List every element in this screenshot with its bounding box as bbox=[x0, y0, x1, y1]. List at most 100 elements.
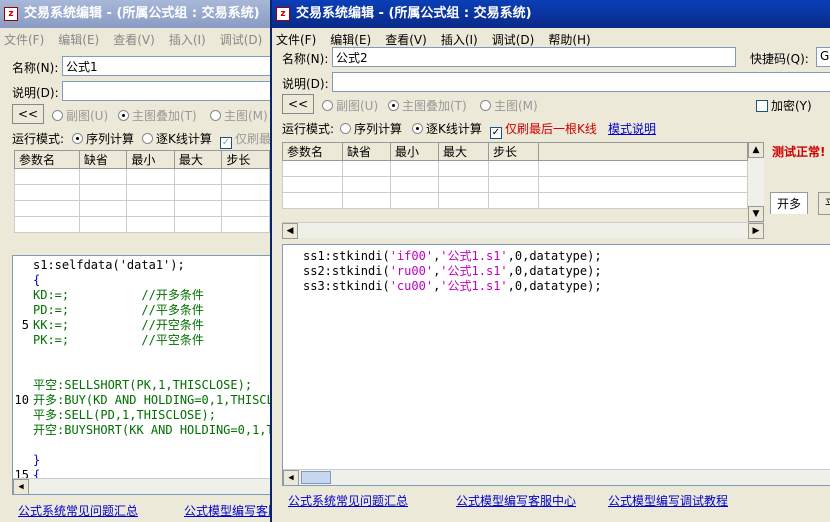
code-line: KK:=; //开空条件 bbox=[33, 318, 204, 332]
desc-input[interactable] bbox=[62, 81, 282, 101]
table-row[interactable] bbox=[14, 168, 270, 185]
table-row[interactable] bbox=[14, 200, 270, 217]
radio-sub-label: 副图(U) bbox=[66, 109, 109, 123]
shortcut-input[interactable]: GS bbox=[816, 47, 830, 67]
desc-input[interactable] bbox=[332, 72, 830, 92]
menu-edit[interactable]: 编辑(E) bbox=[330, 31, 371, 48]
tab-ping[interactable]: 平 bbox=[818, 192, 830, 215]
menu-file[interactable]: 文件(F) bbox=[4, 31, 44, 48]
refresh-label: 仅刷最 bbox=[235, 132, 272, 146]
table-row[interactable] bbox=[282, 192, 748, 209]
collapse-button[interactable]: << bbox=[12, 104, 44, 124]
mode-help-link[interactable]: 模式说明 bbox=[608, 120, 656, 137]
scroll-up-icon[interactable]: ▲ bbox=[748, 142, 764, 158]
mode-sequence-label: 序列计算 bbox=[86, 132, 135, 146]
back-code-lines: s1:selfdata('data1');{KD:=; //开多条件 PD:=; … bbox=[33, 258, 272, 483]
code-token: ,0,datatype); bbox=[507, 264, 602, 278]
scroll-left-icon[interactable]: ◀ bbox=[13, 479, 29, 494]
encrypt-checkbox[interactable]: 加密(Y) bbox=[756, 97, 812, 114]
front-code-lines: ss1:stkindi('if00','公式1.s1',0,datatype);… bbox=[303, 249, 602, 294]
code-line: PK:=; //平空条件 bbox=[33, 333, 204, 347]
tab-kaiduo[interactable]: 开多 bbox=[770, 192, 809, 214]
mode-sequence-radio[interactable]: 序列计算 bbox=[72, 130, 134, 147]
radio-sub-chart[interactable]: 副图(U) bbox=[322, 97, 378, 114]
back-code-editor[interactable]: 5 10 15 s1:selfdata('data1');{KD:=; //开多条件… bbox=[12, 255, 272, 495]
front-window-title-bar[interactable]: z 交易系统编辑 - (所属公式组 : 交易系统) bbox=[272, 0, 830, 28]
radio-main-chart[interactable]: 主图(M) bbox=[480, 97, 538, 114]
front-window-title: 交易系统编辑 - (所属公式组 : 交易系统) bbox=[296, 6, 532, 21]
line-number bbox=[13, 303, 31, 318]
run-mode-label: 运行模式: bbox=[282, 122, 335, 136]
collapse-button[interactable]: << bbox=[282, 94, 314, 114]
refresh-last-checkbox[interactable]: ✓ 仅刷最后一根K线 bbox=[490, 120, 597, 139]
name-input[interactable]: 公式2 bbox=[332, 47, 736, 67]
table-row[interactable] bbox=[282, 176, 748, 193]
menu-help[interactable]: 帮助(H) bbox=[548, 31, 590, 48]
scroll-left-icon[interactable]: ◀ bbox=[283, 470, 299, 485]
menu-debug[interactable]: 调试(D) bbox=[220, 31, 263, 48]
code-line: 开空:BUYSHORT(KK AND HOLDING=0,1,T bbox=[33, 423, 272, 437]
back-faq-link[interactable]: 公式系统常见问题汇总 bbox=[18, 502, 138, 519]
mode-kline-radio[interactable]: 逐K线计算 bbox=[412, 120, 482, 137]
param-vertical-scrollbar[interactable]: ▲ ▼ bbox=[748, 142, 764, 222]
radio-icon bbox=[322, 100, 333, 111]
line-number bbox=[13, 438, 31, 453]
menu-insert[interactable]: 插入(I) bbox=[441, 31, 478, 48]
param-horizontal-scrollbar[interactable]: ◀ ▶ bbox=[282, 222, 764, 239]
line-number bbox=[13, 273, 31, 288]
name-input[interactable]: 公式1 bbox=[62, 56, 282, 76]
tutorial-link[interactable]: 公式模型编写调试教程 bbox=[608, 492, 728, 509]
back-horizontal-scrollbar[interactable]: ◀ bbox=[13, 478, 271, 494]
radio-icon bbox=[210, 110, 221, 121]
faq-link[interactable]: 公式系统常见问题汇总 bbox=[288, 492, 408, 509]
menu-view[interactable]: 查看(V) bbox=[385, 31, 427, 48]
code-line: 平空:SELLSHORT(PK,1,THISCLOSE); bbox=[33, 378, 253, 392]
mode-kline-radio[interactable]: 逐K线计算 bbox=[142, 130, 212, 147]
radio-main-overlay[interactable]: 主图叠加(T) bbox=[118, 107, 197, 124]
col-extra bbox=[538, 142, 748, 161]
table-row[interactable] bbox=[282, 160, 748, 177]
radio-main-label: 主图(M) bbox=[494, 99, 538, 113]
code-token: 'if00' bbox=[389, 249, 434, 263]
radio-main-overlay-label: 主图叠加(T) bbox=[402, 99, 467, 113]
radio-main-overlay[interactable]: 主图叠加(T) bbox=[388, 97, 467, 114]
code-token: 'ru00' bbox=[389, 264, 434, 278]
checkbox-icon: ✓ bbox=[490, 127, 502, 139]
radio-sub-chart[interactable]: 副图(U) bbox=[52, 107, 108, 124]
scroll-thumb[interactable] bbox=[301, 471, 331, 484]
table-row[interactable] bbox=[14, 216, 270, 233]
menu-debug[interactable]: 调试(D) bbox=[492, 31, 535, 48]
code-token: ,0,datatype); bbox=[507, 249, 602, 263]
shortcut-label: 快捷码(Q): bbox=[750, 52, 809, 66]
radio-main-chart[interactable]: 主图(M) bbox=[210, 107, 268, 124]
col-max: 最大 bbox=[438, 142, 489, 161]
menu-insert[interactable]: 插入(I) bbox=[169, 31, 206, 48]
code-token: 'cu00' bbox=[389, 279, 434, 293]
code-token: '公式1.s1' bbox=[440, 249, 508, 263]
line-number: 10 bbox=[14, 393, 29, 407]
menu-edit[interactable]: 编辑(E) bbox=[58, 31, 99, 48]
back-window-title-bar[interactable]: z 交易系统编辑 - (所属公式组 : 交易系统) bbox=[0, 0, 300, 28]
mode-kline-label: 逐K线计算 bbox=[426, 122, 482, 136]
line-number-gutter: 5 10 15 bbox=[13, 256, 31, 494]
mode-sequence-radio[interactable]: 序列计算 bbox=[340, 120, 402, 137]
radio-main-overlay-label: 主图叠加(T) bbox=[132, 109, 197, 123]
front-editor-window: z 交易系统编辑 - (所属公式组 : 交易系统) 文件(F) 编辑(E) 查看… bbox=[270, 0, 830, 522]
menu-file[interactable]: 文件(F) bbox=[276, 31, 316, 48]
radio-icon bbox=[412, 123, 423, 134]
scroll-down-icon[interactable]: ▼ bbox=[748, 206, 764, 222]
refresh-checkbox[interactable]: ✓ 仅刷最 bbox=[220, 130, 271, 149]
scroll-left-icon[interactable]: ◀ bbox=[282, 223, 298, 239]
front-horizontal-scrollbar[interactable]: ◀ bbox=[283, 469, 830, 485]
menu-view[interactable]: 查看(V) bbox=[113, 31, 155, 48]
front-code-editor[interactable]: ss1:stkindi('if00','公式1.s1',0,datatype);… bbox=[282, 244, 830, 486]
code-line: 开多:BUY(KD AND HOLDING=0,1,THISCL bbox=[33, 393, 272, 407]
line-number bbox=[13, 348, 31, 363]
radio-icon bbox=[480, 100, 491, 111]
code-line: PD:=; //平多条件 bbox=[33, 303, 204, 317]
service-link[interactable]: 公式模型编写客服中心 bbox=[456, 492, 576, 509]
code-line: s1:selfdata('data1'); bbox=[33, 258, 185, 272]
scroll-right-icon[interactable]: ▶ bbox=[748, 223, 764, 239]
table-row[interactable] bbox=[14, 184, 270, 201]
